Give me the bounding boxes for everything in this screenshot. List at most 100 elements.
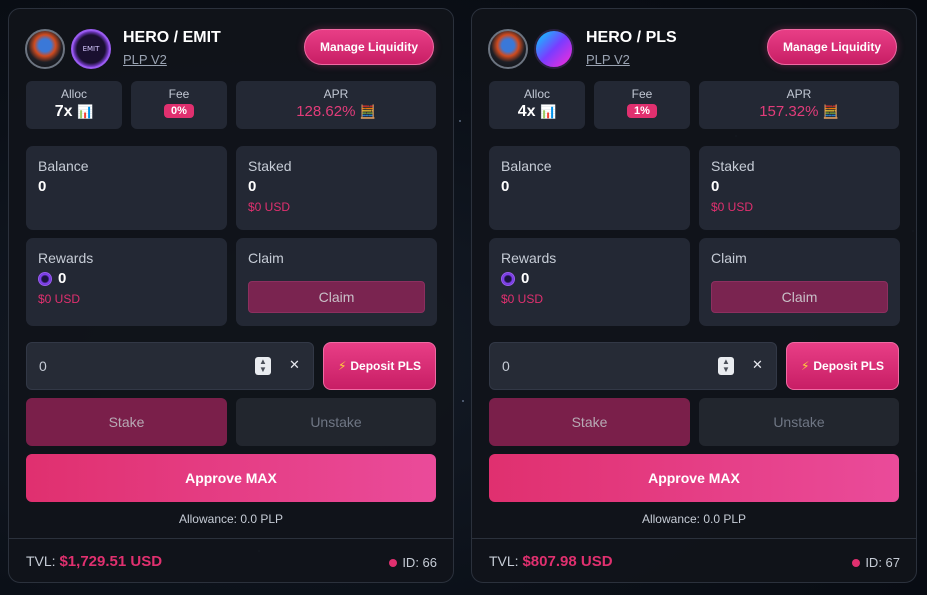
allowance-text: Allowance: 0.0 PLP — [178, 512, 284, 526]
alloc-stat: Alloc 7x 📊 — [26, 81, 122, 129]
rewards-box: Rewards 0 $0 USD — [489, 238, 690, 326]
pair-title: HERO / PLS — [586, 29, 677, 46]
tvl: TVL: $807.98 USD — [489, 553, 613, 570]
footer-divider — [9, 538, 453, 539]
rewards-box: Rewards 0 $0 USD — [26, 238, 227, 326]
claim-label: Claim — [248, 250, 284, 266]
claim-label: Claim — [711, 250, 747, 266]
manage-liquidity-button[interactable]: Manage Liquidity — [767, 29, 897, 65]
staked-value: 0 — [711, 178, 720, 195]
balance-box: Balance 0 — [489, 146, 690, 230]
apr-value: 128.62% — [296, 103, 356, 120]
balance-value: 0 — [38, 178, 47, 195]
alloc-value: 7x — [54, 103, 73, 120]
rewards-usd: $0 USD — [501, 292, 544, 306]
background-star — [459, 120, 461, 122]
amount-input[interactable]: 0 ▲ ▼ ✕ — [489, 342, 777, 390]
balance-box: Balance 0 — [26, 146, 227, 230]
tvl-value: $1,729.51 USD — [59, 553, 163, 570]
deposit-pls-button[interactable]: ⚡ Deposit PLS — [786, 342, 899, 390]
fee-badge: 1% — [627, 104, 657, 118]
tvl: TVL: $1,729.51 USD — [26, 553, 162, 570]
emit-logo-text: EMIT — [82, 45, 100, 53]
background-star — [462, 400, 464, 402]
hero-token-icon — [488, 29, 528, 69]
balance-value: 0 — [501, 178, 510, 195]
emit-token-icon: EMIT — [71, 29, 111, 69]
approve-max-button[interactable]: Approve MAX — [26, 454, 436, 502]
manage-liquidity-button[interactable]: Manage Liquidity — [304, 29, 434, 65]
hero-token-icon — [25, 29, 65, 69]
balance-label: Balance — [501, 158, 552, 174]
unstake-button[interactable]: Unstake — [699, 398, 899, 446]
fee-label: Fee — [168, 87, 190, 101]
pool-id: ID: 67 — [852, 555, 900, 570]
footer-divider — [472, 538, 916, 539]
status-dot-icon — [852, 558, 861, 567]
amount-value: 0 — [39, 358, 47, 374]
pool-version-link[interactable]: PLP V2 — [123, 52, 167, 67]
lightning-icon: ⚡ — [800, 359, 810, 373]
farm-card-hero-pls: HERO / PLS PLP V2 Manage Liquidity Alloc… — [471, 8, 917, 583]
apr-stat: APR 157.32% 🧮 — [699, 81, 899, 129]
calculator-icon[interactable]: 🧮 — [823, 105, 839, 120]
pool-id-text: ID: 66 — [402, 555, 437, 570]
staked-label: Staked — [248, 158, 292, 174]
apr-stat: APR 128.62% 🧮 — [236, 81, 436, 129]
amount-stepper[interactable]: ▲ ▼ — [718, 357, 734, 375]
rewards-label: Rewards — [501, 250, 557, 266]
claim-box: Claim Claim — [236, 238, 437, 326]
staked-value: 0 — [248, 178, 257, 195]
staked-usd: $0 USD — [711, 200, 754, 214]
tvl-label: TVL: — [26, 553, 56, 569]
clear-icon[interactable]: ✕ — [752, 357, 763, 373]
apr-label: APR — [323, 87, 349, 101]
approve-max-button[interactable]: Approve MAX — [489, 454, 899, 502]
reward-token-icon — [501, 271, 515, 286]
card-header: HERO / PLS PLP V2 Manage Liquidity — [488, 25, 900, 83]
staked-label: Staked — [711, 158, 755, 174]
staked-usd: $0 USD — [248, 200, 291, 214]
fee-stat: Fee 0% — [131, 81, 227, 129]
alloc-value: 4x — [517, 103, 536, 120]
alloc-label: Alloc — [523, 87, 550, 101]
staked-box: Staked 0 $0 USD — [699, 146, 900, 230]
bar-chart-icon[interactable]: 📊 — [77, 105, 93, 120]
bar-chart-icon[interactable]: 📊 — [540, 105, 556, 120]
amount-input[interactable]: 0 ▲ ▼ ✕ — [26, 342, 314, 390]
tvl-value: $807.98 USD — [522, 553, 613, 570]
pool-id: ID: 66 — [389, 555, 437, 570]
claim-box: Claim Claim — [699, 238, 900, 326]
clear-icon[interactable]: ✕ — [289, 357, 300, 373]
apr-value: 157.32% — [759, 103, 819, 120]
claim-button[interactable]: Claim — [248, 281, 425, 313]
pool-version-link[interactable]: PLP V2 — [586, 52, 630, 67]
alloc-stat: Alloc 4x 📊 — [489, 81, 585, 129]
stake-button[interactable]: Stake — [489, 398, 690, 446]
reward-token-icon — [38, 271, 52, 286]
amount-stepper[interactable]: ▲ ▼ — [255, 357, 271, 375]
calculator-icon[interactable]: 🧮 — [360, 105, 376, 120]
rewards-label: Rewards — [38, 250, 94, 266]
rewards-value: 0 — [521, 270, 530, 287]
claim-button[interactable]: Claim — [711, 281, 888, 313]
status-dot-icon — [389, 558, 398, 567]
stake-button[interactable]: Stake — [26, 398, 227, 446]
pool-id-text: ID: 67 — [865, 555, 900, 570]
staked-box: Staked 0 $0 USD — [236, 146, 437, 230]
deposit-label: Deposit PLS — [350, 359, 422, 373]
fee-badge: 0% — [164, 104, 194, 118]
lightning-icon: ⚡ — [337, 359, 347, 373]
deposit-label: Deposit PLS — [813, 359, 885, 373]
deposit-pls-button[interactable]: ⚡ Deposit PLS — [323, 342, 436, 390]
balance-label: Balance — [38, 158, 89, 174]
allowance-text: Allowance: 0.0 PLP — [641, 512, 747, 526]
pls-token-icon — [534, 29, 574, 69]
alloc-label: Alloc — [60, 87, 87, 101]
fee-stat: Fee 1% — [594, 81, 690, 129]
rewards-value: 0 — [58, 270, 67, 287]
unstake-button[interactable]: Unstake — [236, 398, 436, 446]
tvl-label: TVL: — [489, 553, 519, 569]
farm-card-hero-emit: EMIT HERO / EMIT PLP V2 Manage Liquidity… — [8, 8, 454, 583]
fee-label: Fee — [631, 87, 653, 101]
